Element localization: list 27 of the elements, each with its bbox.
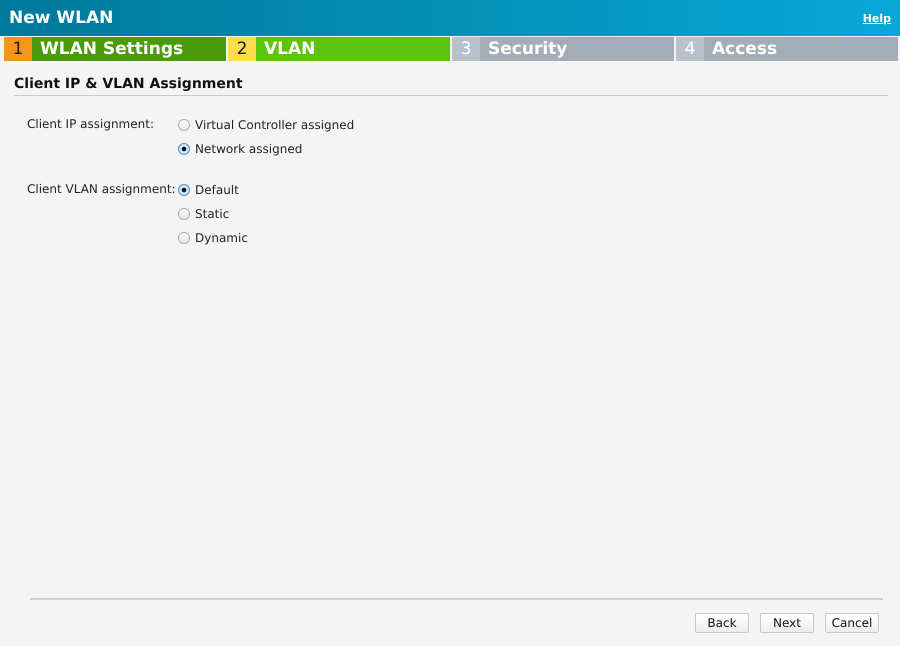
radio-button[interactable]: [178, 118, 190, 130]
wizard-button[interactable]: Back: [695, 613, 749, 633]
step-label: WLAN Settings: [39, 38, 184, 61]
wizard-button[interactable]: Cancel: [825, 613, 879, 633]
field-label: Client VLAN assignment:: [27, 181, 177, 198]
radio-button[interactable]: [178, 142, 190, 154]
radio-label: Static: [195, 206, 230, 220]
wizard-step[interactable]: 1 WLAN Settings: [4, 37, 226, 61]
wizard-button[interactable]: Next: [760, 613, 814, 633]
radio-button[interactable]: [178, 208, 190, 220]
radio-label: Dynamic: [195, 230, 248, 244]
radio-label: Network assigned: [195, 142, 302, 156]
window-title: New WLAN: [9, 8, 114, 28]
step-number: 3: [452, 37, 480, 61]
radio-label: Virtual Controller assigned: [195, 118, 354, 132]
step-label: Access: [711, 38, 778, 61]
step-number: 2: [228, 37, 256, 61]
field-label: Client IP assignment:: [27, 116, 155, 133]
section-title: Client IP & VLAN Assignment: [14, 76, 888, 96]
step-label: VLAN: [263, 38, 316, 61]
radio-button[interactable]: [178, 232, 190, 244]
step-label: Security: [487, 38, 568, 61]
step-number: 1: [4, 37, 32, 61]
radio-button[interactable]: [178, 184, 190, 196]
radio-label: Default: [195, 182, 239, 196]
wizard-step[interactable]: 2 VLAN: [228, 37, 450, 61]
step-number: 4: [676, 37, 704, 61]
